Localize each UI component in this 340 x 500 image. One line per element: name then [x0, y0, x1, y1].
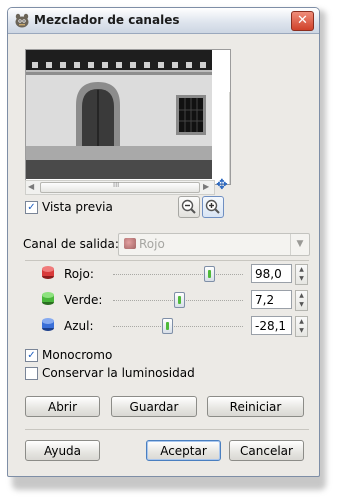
gimp-icon [15, 13, 29, 28]
cancel-button[interactable]: Cancelar [229, 440, 304, 461]
green-slider-handle[interactable] [174, 292, 185, 308]
green-channel-icon [42, 292, 54, 305]
scroll-left-icon[interactable]: ◀ [28, 182, 34, 191]
scroll-right-icon[interactable]: ▶ [203, 182, 209, 191]
output-channel-select[interactable]: Rojo ▼ [118, 233, 310, 256]
horizontal-scroll-thumb[interactable]: III [40, 181, 200, 193]
red-channel-icon [42, 266, 54, 279]
output-channel-value: Rojo [139, 237, 165, 251]
red-label: Rojo: [64, 267, 94, 281]
divider [25, 260, 309, 261]
open-button[interactable]: Abrir [25, 396, 100, 417]
blue-channel-icon [42, 318, 54, 331]
zoom-out-icon [181, 199, 196, 214]
thumb-grip-icon: III [113, 181, 120, 189]
blue-spin-arrows[interactable]: ▲ ▼ [295, 316, 308, 337]
chevron-down-icon: ▼ [290, 234, 309, 255]
red-slider-track[interactable] [113, 274, 243, 275]
preview-image-frame[interactable]: ▲ ≡ ▼ [25, 49, 231, 185]
close-icon: ✕ [297, 13, 308, 28]
green-spin-arrows[interactable]: ▲ ▼ [295, 290, 308, 311]
blue-slider-track[interactable] [113, 326, 243, 327]
red-spin-arrows[interactable]: ▲ ▼ [295, 264, 308, 285]
title-bar[interactable]: Mezclador de canales ✕ [8, 8, 319, 34]
preview-vertical-scrollbar[interactable]: ▲ ≡ ▼ [229, 92, 230, 184]
green-value-input[interactable]: 7,2 [251, 290, 292, 309]
divider [25, 429, 309, 430]
show-preview-label: Vista previa [42, 200, 113, 214]
blue-slider-handle[interactable] [162, 318, 173, 334]
channel-mixer-dialog: Mezclador de canales ✕ ◀ III ▶ ✥ ✓ Vista… [7, 7, 320, 477]
blue-value-input[interactable]: -28,1 [251, 316, 292, 335]
zoom-out-button[interactable] [178, 196, 200, 218]
save-button[interactable]: Guardar [111, 396, 197, 417]
reset-button[interactable]: Reiniciar [207, 396, 304, 417]
close-button[interactable]: ✕ [291, 11, 314, 31]
red-slider-handle[interactable] [204, 266, 215, 282]
preview-image [26, 50, 212, 179]
blue-label: Azul: [64, 319, 94, 333]
zoom-in-button[interactable] [202, 196, 224, 218]
preview-horizontal-scrollbar[interactable]: ◀ III ▶ [25, 180, 215, 195]
zoom-in-icon [205, 199, 220, 214]
preserve-luminosity-label: Conservar la luminosidad [42, 366, 195, 380]
navigate-move-icon[interactable]: ✥ [216, 178, 228, 192]
output-channel-label: Canal de salida: [23, 237, 119, 251]
preserve-luminosity-checkbox[interactable] [25, 367, 38, 380]
red-value-input[interactable]: 98,0 [251, 264, 292, 283]
monochrome-label: Monocromo [42, 348, 113, 362]
window-title: Mezclador de canales [34, 13, 180, 27]
ok-button[interactable]: Aceptar [146, 440, 221, 461]
red-channel-icon [124, 238, 136, 249]
green-label: Verde: [64, 293, 103, 307]
show-preview-checkbox[interactable]: ✓ [25, 201, 38, 214]
help-button[interactable]: Ayuda [25, 440, 100, 461]
monochrome-checkbox[interactable]: ✓ [25, 349, 38, 362]
